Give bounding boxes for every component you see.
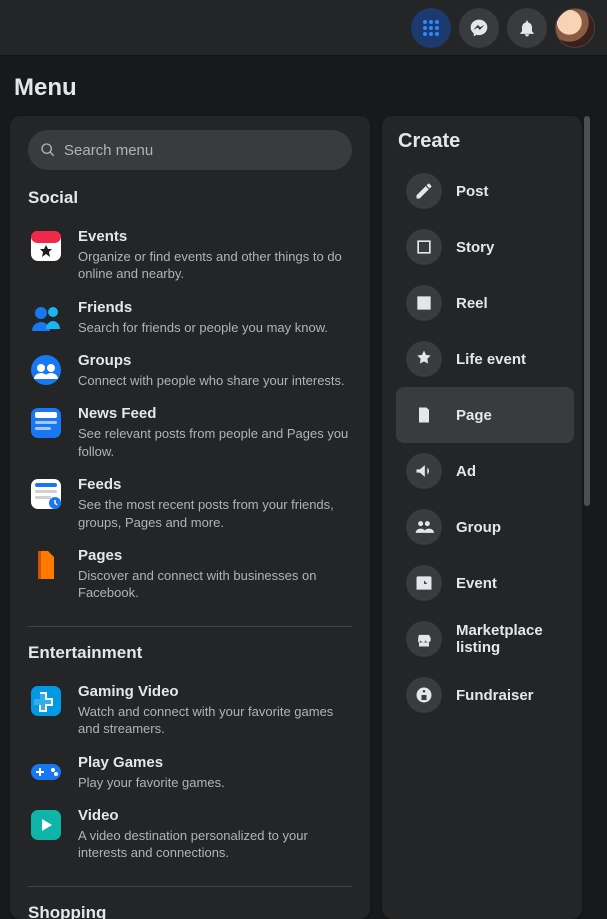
section-title: Entertainment xyxy=(28,643,352,663)
topbar xyxy=(0,0,607,56)
create-item-page[interactable]: Page xyxy=(396,387,574,443)
menu-item-desc: See relevant posts from people and Pages… xyxy=(78,425,352,460)
section-title: Shopping xyxy=(28,903,352,919)
menu-item-groups[interactable]: Groups Connect with people who share you… xyxy=(28,344,352,397)
create-item-label: Event xyxy=(456,575,497,592)
menu-item-newsfeed[interactable]: News Feed See relevant posts from people… xyxy=(28,397,352,468)
apps-grid-button[interactable] xyxy=(411,8,451,48)
menu-item-pages[interactable]: Pages Discover and connect with business… xyxy=(28,539,352,610)
scrollbar-thumb[interactable] xyxy=(584,116,590,506)
groups-icon xyxy=(28,352,64,388)
profile-avatar[interactable] xyxy=(555,8,595,48)
menu-item-desc: Organize or find events and other things… xyxy=(78,248,352,283)
menu-item-title: Groups xyxy=(78,352,345,371)
page-icon xyxy=(406,397,442,433)
messenger-button[interactable] xyxy=(459,8,499,48)
create-item-story[interactable]: Story xyxy=(396,219,574,275)
menu-item-friends[interactable]: Friends Search for friends or people you… xyxy=(28,291,352,344)
menu-item-title: Pages xyxy=(78,547,352,566)
menu-item-title: Friends xyxy=(78,299,328,318)
life-icon xyxy=(406,341,442,377)
event-icon xyxy=(406,565,442,601)
create-item-reel[interactable]: Reel xyxy=(396,275,574,331)
pages-icon xyxy=(28,547,64,583)
menu-item-desc: Search for friends or people you may kno… xyxy=(78,319,328,337)
search-box[interactable] xyxy=(28,130,352,170)
friends-icon xyxy=(28,299,64,335)
events-icon xyxy=(28,228,64,264)
section-title: Social xyxy=(28,188,352,208)
fund-icon xyxy=(406,677,442,713)
divider xyxy=(28,886,352,887)
menu-item-desc: Connect with people who share your inter… xyxy=(78,372,345,390)
video-icon xyxy=(28,807,64,843)
create-item-label: Marketplace listing xyxy=(456,622,564,656)
create-item-label: Page xyxy=(456,407,492,424)
story-icon xyxy=(406,229,442,265)
menu-item-title: News Feed xyxy=(78,405,352,424)
gaming-icon xyxy=(28,683,64,719)
newsfeed-icon xyxy=(28,405,64,441)
menu-item-title: Play Games xyxy=(78,754,225,773)
grid-icon xyxy=(421,18,441,38)
create-item-label: Fundraiser xyxy=(456,687,534,704)
reel-icon xyxy=(406,285,442,321)
post-icon xyxy=(406,173,442,209)
menu-item-desc: Play your favorite games. xyxy=(78,774,225,792)
menu-item-video[interactable]: Video A video destination personalized t… xyxy=(28,799,352,870)
menu-item-title: Events xyxy=(78,228,352,247)
menu-item-events[interactable]: Events Organize or find events and other… xyxy=(28,220,352,291)
page-title: Menu xyxy=(0,56,607,116)
menu-item-play[interactable]: Play Games Play your favorite games. xyxy=(28,746,352,799)
menu-item-desc: Watch and connect with your favorite gam… xyxy=(78,703,352,738)
create-item-label: Life event xyxy=(456,351,526,368)
search-input[interactable] xyxy=(64,142,340,159)
notifications-button[interactable] xyxy=(507,8,547,48)
create-item-label: Ad xyxy=(456,463,476,480)
bell-icon xyxy=(517,18,537,38)
create-item-ad[interactable]: Ad xyxy=(396,443,574,499)
menu-panel: Social Events Organize or find events an… xyxy=(10,116,370,919)
divider xyxy=(28,626,352,627)
create-item-label: Story xyxy=(456,239,494,256)
create-panel: Create Post Story Reel Life event Page A… xyxy=(382,116,582,919)
menu-item-desc: A video destination personalized to your… xyxy=(78,827,352,862)
ad-icon xyxy=(406,453,442,489)
menu-item-feeds[interactable]: Feeds See the most recent posts from you… xyxy=(28,468,352,539)
feeds-icon xyxy=(28,476,64,512)
search-icon xyxy=(40,142,56,158)
menu-item-title: Gaming Video xyxy=(78,683,352,702)
market-icon xyxy=(406,621,442,657)
create-title: Create xyxy=(396,130,574,153)
create-item-market[interactable]: Marketplace listing xyxy=(396,611,574,667)
create-item-label: Group xyxy=(456,519,501,536)
menu-item-title: Feeds xyxy=(78,476,352,495)
menu-item-title: Video xyxy=(78,807,352,826)
play-icon xyxy=(28,754,64,790)
menu-item-desc: Discover and connect with businesses on … xyxy=(78,567,352,602)
menu-item-gaming[interactable]: Gaming Video Watch and connect with your… xyxy=(28,675,352,746)
group-icon xyxy=(406,509,442,545)
create-item-event[interactable]: Event xyxy=(396,555,574,611)
create-item-post[interactable]: Post xyxy=(396,163,574,219)
create-item-life[interactable]: Life event xyxy=(396,331,574,387)
create-item-label: Reel xyxy=(456,295,488,312)
create-item-group[interactable]: Group xyxy=(396,499,574,555)
menu-item-desc: See the most recent posts from your frie… xyxy=(78,496,352,531)
create-item-fund[interactable]: Fundraiser xyxy=(396,667,574,723)
create-item-label: Post xyxy=(456,183,489,200)
messenger-icon xyxy=(469,18,489,38)
